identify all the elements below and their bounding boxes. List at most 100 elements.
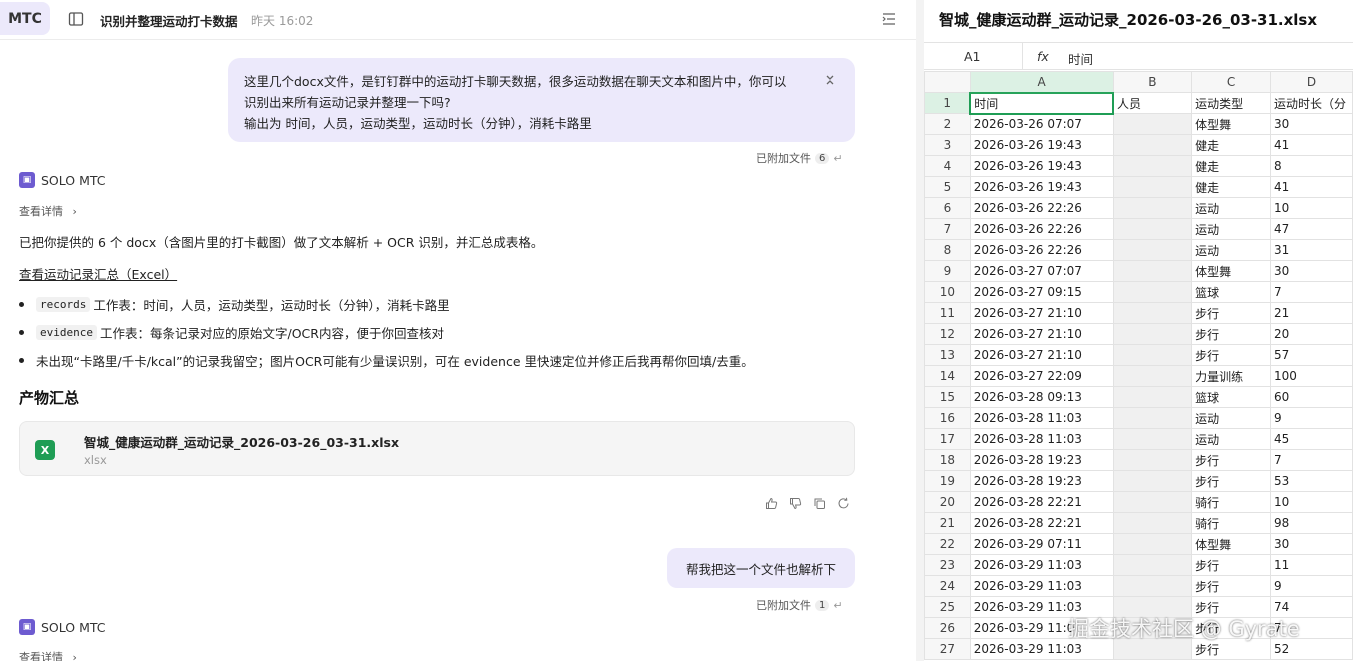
row-header[interactable]: 22 bbox=[924, 533, 971, 555]
table-cell[interactable]: 2026-03-28 09:13 bbox=[969, 386, 1114, 408]
table-cell[interactable] bbox=[1112, 554, 1193, 576]
row-header[interactable]: 24 bbox=[924, 575, 971, 597]
table-cell[interactable]: 篮球 bbox=[1191, 281, 1271, 303]
table-cell[interactable]: 2026-03-27 21:10 bbox=[969, 323, 1114, 345]
table-cell[interactable]: 体型舞 bbox=[1191, 113, 1271, 135]
table-cell[interactable] bbox=[1112, 470, 1193, 492]
table-cell[interactable] bbox=[1112, 134, 1193, 156]
outline-icon[interactable] bbox=[880, 11, 898, 27]
select-all-corner[interactable] bbox=[924, 71, 971, 93]
table-cell[interactable]: 步行 bbox=[1191, 470, 1271, 492]
table-cell[interactable]: 2026-03-28 19:23 bbox=[969, 470, 1114, 492]
table-cell[interactable]: 100 bbox=[1269, 365, 1353, 387]
column-header[interactable]: D bbox=[1269, 71, 1353, 93]
row-header[interactable]: 12 bbox=[924, 323, 971, 345]
table-cell[interactable]: 57 bbox=[1269, 344, 1353, 366]
row-header[interactable]: 15 bbox=[924, 386, 971, 408]
row-header[interactable]: 18 bbox=[924, 449, 971, 471]
table-cell[interactable] bbox=[1112, 218, 1193, 240]
header-cell[interactable]: 时间 bbox=[969, 91, 1115, 115]
workspace-badge[interactable]: MTC bbox=[0, 2, 50, 35]
table-cell[interactable]: 2026-03-27 07:07 bbox=[969, 260, 1114, 282]
table-cell[interactable]: 2026-03-26 22:26 bbox=[969, 197, 1114, 219]
row-header[interactable]: 3 bbox=[924, 134, 971, 156]
table-cell[interactable]: 7 bbox=[1269, 449, 1353, 471]
cell-reference-box[interactable]: A1 bbox=[964, 49, 981, 64]
table-cell[interactable]: 9 bbox=[1269, 575, 1353, 597]
row-header[interactable]: 27 bbox=[924, 638, 971, 660]
table-cell[interactable] bbox=[1112, 239, 1193, 261]
row-header[interactable]: 5 bbox=[924, 176, 971, 198]
row-header[interactable]: 4 bbox=[924, 155, 971, 177]
table-cell[interactable]: 9 bbox=[1269, 407, 1353, 429]
row-header[interactable]: 20 bbox=[924, 491, 971, 513]
table-cell[interactable]: 45 bbox=[1269, 428, 1353, 450]
table-cell[interactable]: 8 bbox=[1269, 155, 1353, 177]
row-header[interactable]: 10 bbox=[924, 281, 971, 303]
table-cell[interactable]: 2026-03-26 19:43 bbox=[969, 134, 1114, 156]
table-cell[interactable] bbox=[1112, 407, 1193, 429]
table-cell[interactable]: 2026-03-27 21:10 bbox=[969, 302, 1114, 324]
table-cell[interactable]: 2026-03-28 11:03 bbox=[969, 407, 1114, 429]
table-cell[interactable]: 篮球 bbox=[1191, 386, 1271, 408]
view-details-link[interactable]: 查看详情 › bbox=[19, 203, 77, 219]
table-cell[interactable]: 2026-03-29 11:03 bbox=[969, 575, 1114, 597]
row-header[interactable]: 17 bbox=[924, 428, 971, 450]
view-details-link[interactable]: 查看详情 › bbox=[19, 649, 77, 661]
table-cell[interactable] bbox=[1112, 176, 1193, 198]
table-cell[interactable]: 11 bbox=[1269, 554, 1353, 576]
table-cell[interactable] bbox=[1112, 386, 1193, 408]
table-cell[interactable] bbox=[1112, 260, 1193, 282]
row-header[interactable]: 16 bbox=[924, 407, 971, 429]
table-cell[interactable]: 步行 bbox=[1191, 323, 1271, 345]
table-cell[interactable]: 2026-03-26 19:43 bbox=[969, 155, 1114, 177]
table-cell[interactable]: 47 bbox=[1269, 218, 1353, 240]
table-cell[interactable]: 2026-03-28 19:23 bbox=[969, 449, 1114, 471]
thumbs-up-icon[interactable] bbox=[765, 495, 778, 509]
table-cell[interactable]: 2026-03-27 09:15 bbox=[969, 281, 1114, 303]
formula-input[interactable]: 时间 bbox=[1068, 49, 1093, 68]
header-cell[interactable]: 人员 bbox=[1112, 92, 1193, 114]
table-cell[interactable] bbox=[1112, 302, 1193, 324]
table-cell[interactable] bbox=[1112, 113, 1193, 135]
table-cell[interactable]: 步行 bbox=[1191, 344, 1271, 366]
row-header[interactable]: 7 bbox=[924, 218, 971, 240]
row-header[interactable]: 2 bbox=[924, 113, 971, 135]
row-header[interactable]: 6 bbox=[924, 197, 971, 219]
row-header[interactable]: 19 bbox=[924, 470, 971, 492]
table-cell[interactable]: 步行 bbox=[1191, 575, 1271, 597]
row-header[interactable]: 21 bbox=[924, 512, 971, 534]
excel-summary-link[interactable]: 查看运动记录汇总（Excel） bbox=[19, 264, 177, 283]
table-cell[interactable] bbox=[1112, 323, 1193, 345]
table-cell[interactable] bbox=[1112, 155, 1193, 177]
table-cell[interactable] bbox=[1112, 197, 1193, 219]
row-header[interactable]: 13 bbox=[924, 344, 971, 366]
table-cell[interactable]: 10 bbox=[1269, 491, 1353, 513]
table-cell[interactable]: 2026-03-28 22:21 bbox=[969, 512, 1114, 534]
table-cell[interactable]: 98 bbox=[1269, 512, 1353, 534]
table-cell[interactable]: 10 bbox=[1269, 197, 1353, 219]
table-cell[interactable] bbox=[1112, 365, 1193, 387]
table-cell[interactable]: 2026-03-27 22:09 bbox=[969, 365, 1114, 387]
table-cell[interactable]: 2026-03-28 11:03 bbox=[969, 428, 1114, 450]
table-cell[interactable]: 41 bbox=[1269, 176, 1353, 198]
table-cell[interactable]: 2026-03-26 19:43 bbox=[969, 176, 1114, 198]
table-cell[interactable]: 运动 bbox=[1191, 218, 1271, 240]
table-cell[interactable] bbox=[1112, 575, 1193, 597]
table-cell[interactable]: 2026-03-26 22:26 bbox=[969, 218, 1114, 240]
table-cell[interactable]: 体型舞 bbox=[1191, 533, 1271, 555]
attached-files-indicator[interactable]: 已附加文件 6 ↵ bbox=[756, 150, 843, 166]
attached-files-indicator[interactable]: 已附加文件 1 ↵ bbox=[756, 597, 843, 613]
row-header[interactable]: 9 bbox=[924, 260, 971, 282]
table-cell[interactable]: 运动 bbox=[1191, 428, 1271, 450]
table-cell[interactable]: 2026-03-28 22:21 bbox=[969, 491, 1114, 513]
table-cell[interactable] bbox=[1112, 533, 1193, 555]
table-cell[interactable]: 21 bbox=[1269, 302, 1353, 324]
row-header[interactable]: 26 bbox=[924, 617, 971, 639]
table-cell[interactable]: 健走 bbox=[1191, 176, 1271, 198]
table-cell[interactable] bbox=[1112, 281, 1193, 303]
refresh-icon[interactable] bbox=[837, 495, 850, 509]
table-cell[interactable]: 7 bbox=[1269, 281, 1353, 303]
table-cell[interactable]: 30 bbox=[1269, 533, 1353, 555]
table-cell[interactable]: 力量训练 bbox=[1191, 365, 1271, 387]
